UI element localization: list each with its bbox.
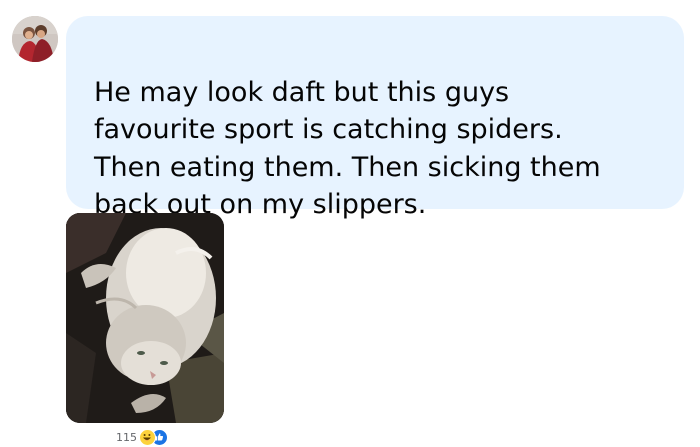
avatar-image xyxy=(12,16,58,62)
attached-photo[interactable] xyxy=(66,213,224,423)
avatar[interactable] xyxy=(12,16,58,62)
cat-image xyxy=(66,213,224,423)
comment-bubble: He may look daft but this guys favourite… xyxy=(66,16,684,220)
reaction-count: 115 xyxy=(116,430,137,444)
haha-icon xyxy=(139,428,156,446)
reactions-bar[interactable]: 115 xyxy=(116,428,168,446)
comment-text: He may look daft but this guys favourite… xyxy=(94,76,601,221)
